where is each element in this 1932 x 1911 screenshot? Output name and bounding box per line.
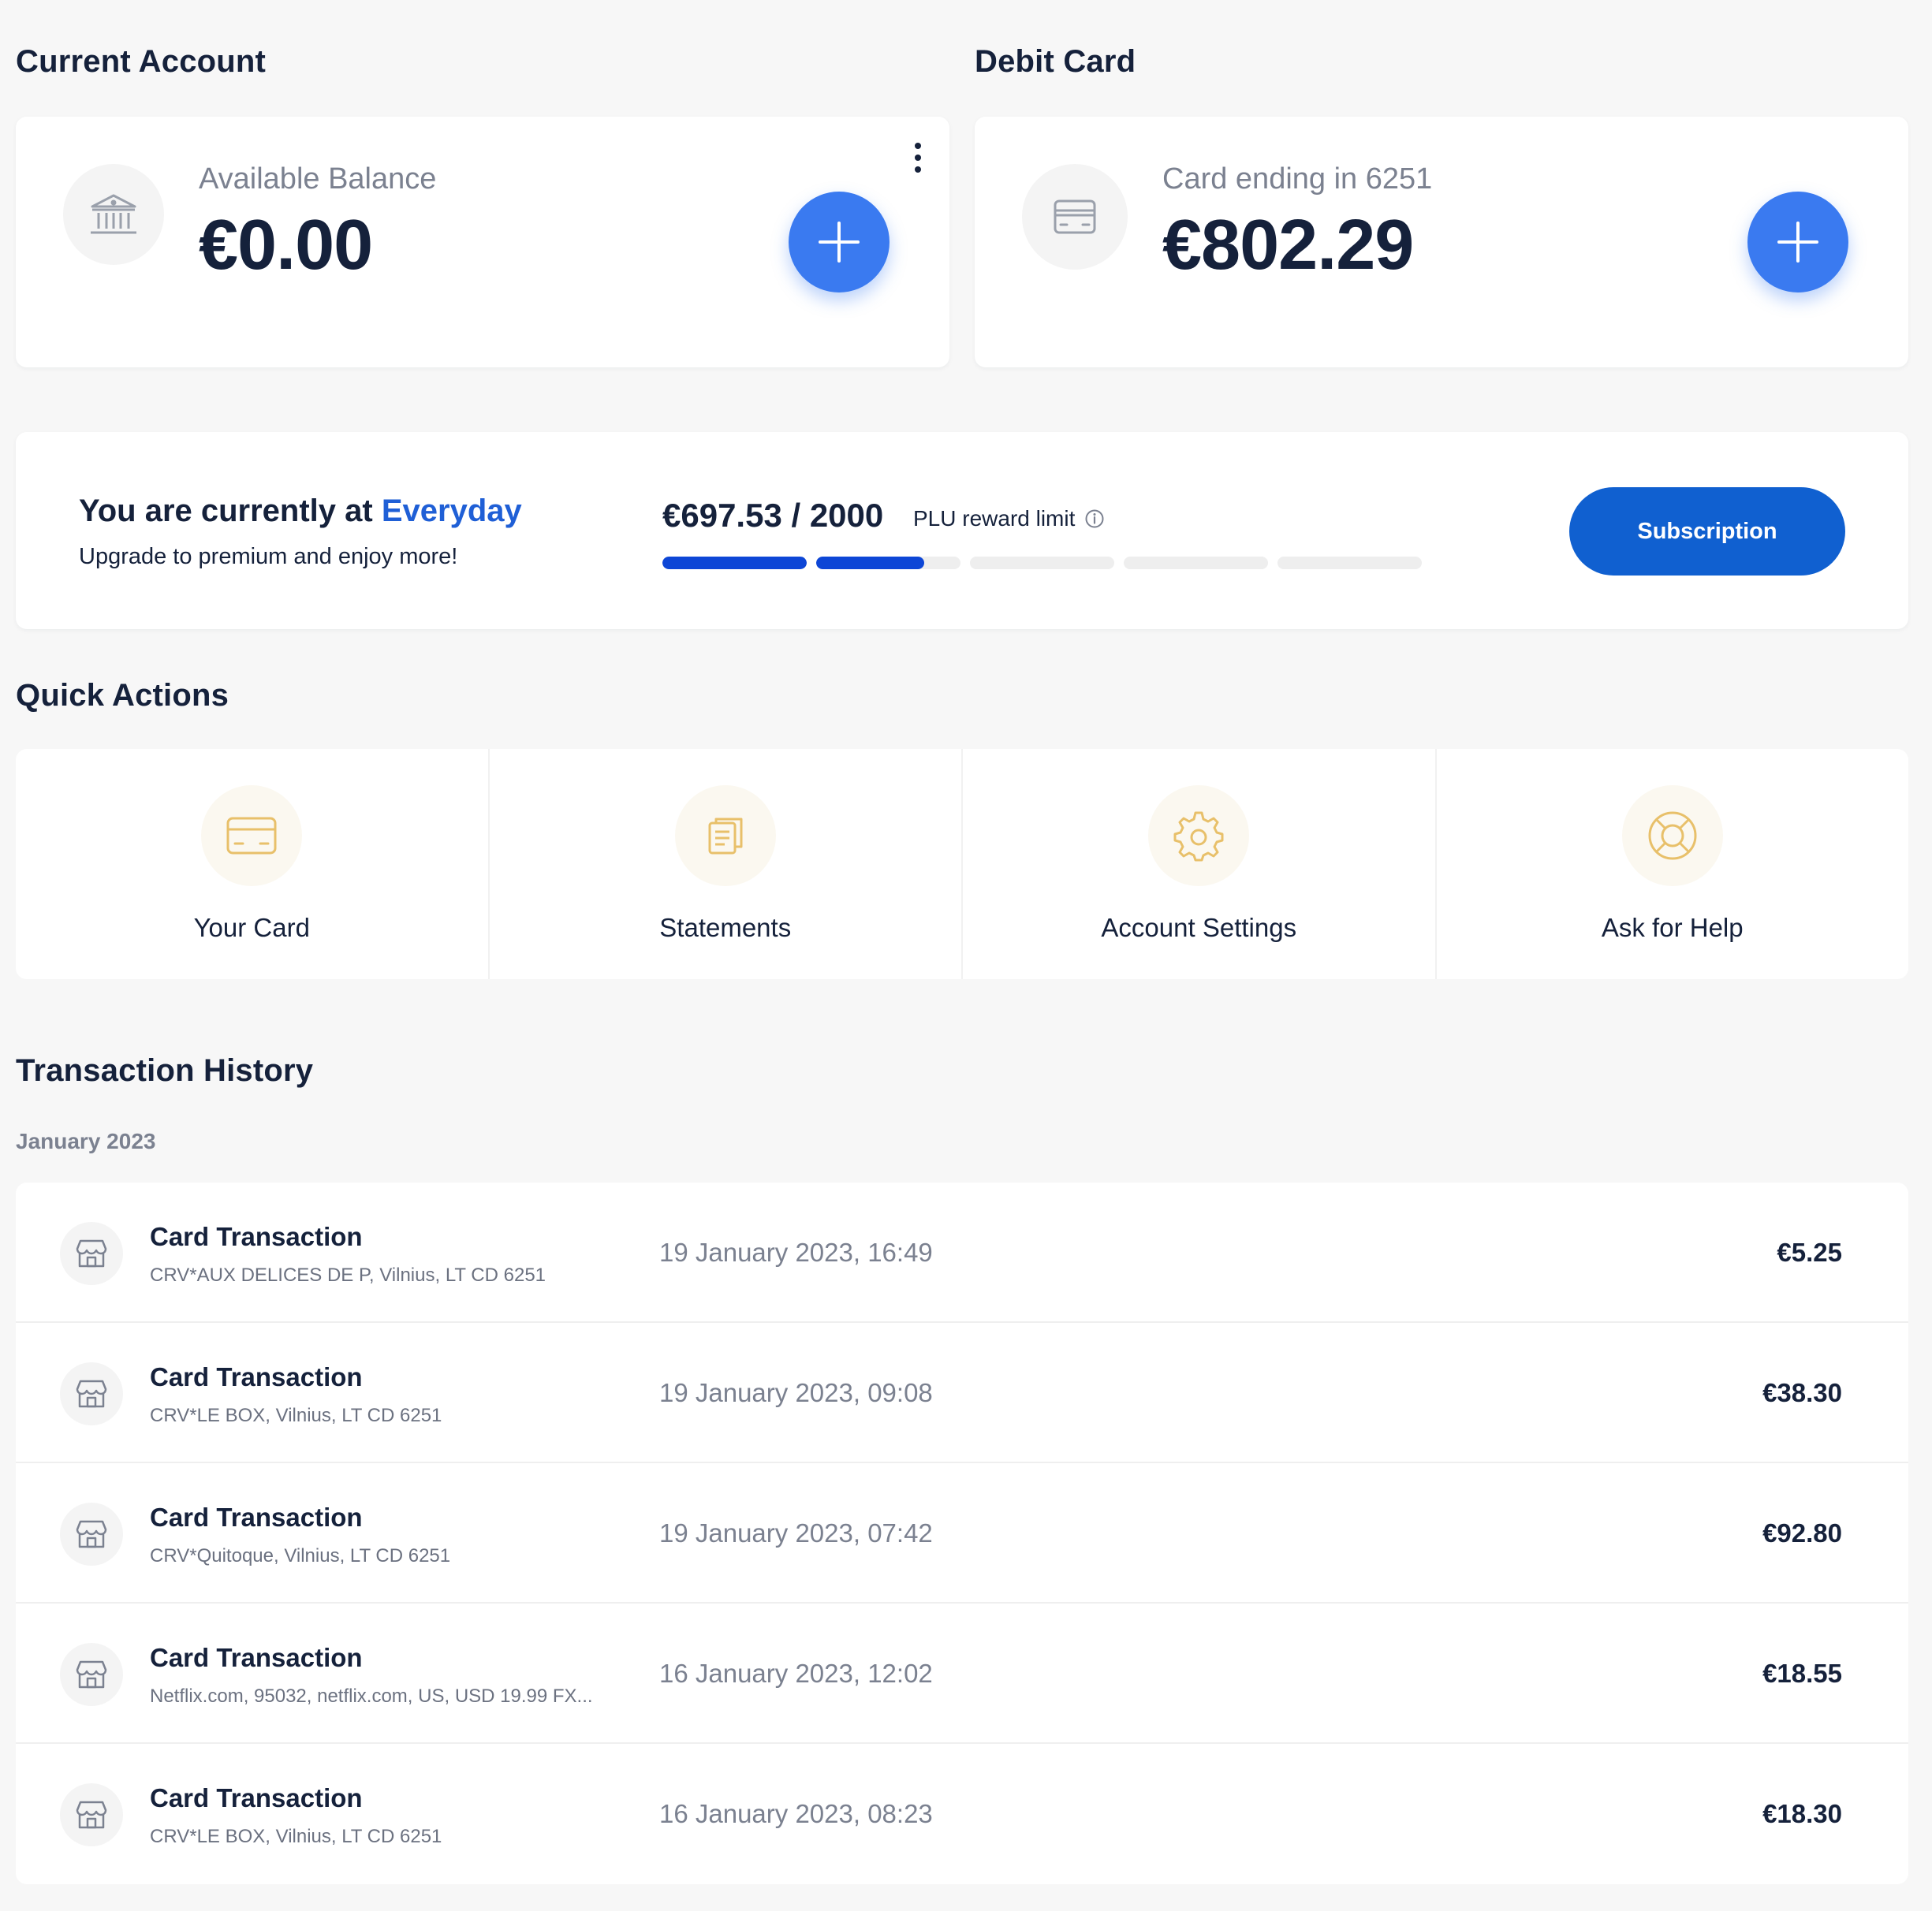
current-account-title: Current Account — [16, 44, 267, 79]
reward-progress-bar — [662, 557, 1422, 569]
store-icon — [60, 1783, 123, 1846]
transaction-row[interactable]: Card Transaction CRV*AUX DELICES DE P, V… — [16, 1183, 1908, 1323]
dashboard: Current Account Available Balance €0.00 — [0, 0, 1932, 1911]
transaction-amount: €38.30 — [1762, 1378, 1842, 1407]
quick-action-label: Your Card — [193, 913, 310, 942]
store-icon — [60, 1503, 123, 1566]
current-account-card[interactable]: Available Balance €0.00 — [16, 117, 949, 367]
credit-card-icon — [1022, 164, 1128, 270]
transaction-amount: €92.80 — [1762, 1518, 1842, 1548]
progress-segment — [1277, 557, 1422, 569]
transaction-title: Card Transaction — [150, 1783, 363, 1812]
transaction-description: CRV*Quitoque, Vilnius, LT CD 6251 — [150, 1545, 451, 1566]
plan-title: You are currently at Everyday — [79, 494, 522, 529]
store-icon — [60, 1362, 123, 1425]
credit-card-icon — [201, 785, 303, 886]
store-icon — [60, 1643, 123, 1706]
transaction-title: Card Transaction — [150, 1222, 363, 1251]
gear-icon — [1148, 785, 1250, 886]
transaction-row[interactable]: Card Transaction CRV*Quitoque, Vilnius, … — [16, 1463, 1908, 1604]
quick-action-account-settings[interactable]: Account Settings — [963, 749, 1437, 979]
quick-action-your-card[interactable]: Your Card — [16, 749, 490, 979]
plan-name: Everyday — [381, 494, 522, 528]
progress-segment — [970, 557, 1114, 569]
transaction-description: CRV*LE BOX, Vilnius, LT CD 6251 — [150, 1826, 442, 1847]
transaction-description: Netflix.com, 95032, netflix.com, US, USD… — [150, 1686, 593, 1707]
plus-icon — [1777, 222, 1818, 263]
transaction-date: 19 January 2023, 07:42 — [659, 1518, 933, 1548]
card-balance-value: €802.29 — [1162, 206, 1414, 285]
quick-action-label: Ask for Help — [1601, 913, 1744, 942]
document-icon — [674, 785, 776, 886]
quick-action-label: Account Settings — [1101, 913, 1297, 942]
store-icon — [60, 1222, 123, 1285]
transaction-list: Card Transaction CRV*AUX DELICES DE P, V… — [16, 1183, 1908, 1884]
plus-icon — [819, 222, 860, 263]
plan-title-prefix: You are currently at — [79, 494, 373, 528]
quick-action-label: Statements — [659, 913, 792, 942]
info-icon[interactable] — [1084, 508, 1105, 529]
quick-action-statements[interactable]: Statements — [490, 749, 963, 979]
reward-label: PLU reward limit — [913, 506, 1076, 531]
plan-card: You are currently at Everyday Upgrade to… — [16, 432, 1908, 629]
transaction-date: 16 January 2023, 12:02 — [659, 1659, 933, 1688]
available-balance-value: €0.00 — [199, 206, 373, 285]
quick-actions-title: Quick Actions — [16, 678, 229, 713]
transaction-amount: €18.55 — [1762, 1659, 1842, 1688]
transaction-amount: €18.30 — [1762, 1799, 1842, 1828]
transaction-amount: €5.25 — [1777, 1238, 1842, 1267]
lifebuoy-icon — [1621, 785, 1723, 886]
reward-label-group: PLU reward limit — [913, 506, 1105, 531]
bank-icon — [63, 164, 164, 265]
progress-segment — [662, 557, 807, 569]
month-label: January 2023 — [16, 1129, 156, 1153]
progress-segment — [1124, 557, 1268, 569]
transaction-date: 19 January 2023, 09:08 — [659, 1378, 933, 1407]
plan-subtitle: Upgrade to premium and enjoy more! — [79, 544, 458, 569]
debit-card-title: Debit Card — [975, 44, 1136, 79]
reward-amount: €697.53 / 2000 — [662, 497, 884, 534]
quick-actions-grid: Your Card Statements Account Settings As… — [16, 749, 1908, 979]
add-money-button[interactable] — [789, 192, 890, 292]
transaction-title: Card Transaction — [150, 1643, 363, 1672]
transaction-title: Card Transaction — [150, 1503, 363, 1532]
available-balance-label: Available Balance — [199, 162, 437, 196]
more-options-icon[interactable] — [902, 134, 934, 181]
transaction-title: Card Transaction — [150, 1362, 363, 1391]
transaction-row[interactable]: Card Transaction CRV*LE BOX, Vilnius, LT… — [16, 1323, 1908, 1463]
progress-segment — [816, 557, 960, 569]
card-ending-label: Card ending in 6251 — [1162, 162, 1433, 196]
transaction-row[interactable]: Card Transaction Netflix.com, 95032, net… — [16, 1604, 1908, 1744]
transaction-description: CRV*AUX DELICES DE P, Vilnius, LT CD 625… — [150, 1265, 546, 1286]
transaction-history-title: Transaction History — [16, 1053, 314, 1088]
transaction-row[interactable]: Card Transaction CRV*LE BOX, Vilnius, LT… — [16, 1744, 1908, 1884]
quick-action-ask-for-help[interactable]: Ask for Help — [1437, 749, 1909, 979]
transaction-date: 19 January 2023, 16:49 — [659, 1238, 933, 1267]
debit-card-card[interactable]: Card ending in 6251 €802.29 — [975, 117, 1908, 367]
transaction-description: CRV*LE BOX, Vilnius, LT CD 6251 — [150, 1405, 442, 1426]
subscription-button[interactable]: Subscription — [1569, 487, 1845, 576]
top-up-card-button[interactable] — [1747, 192, 1848, 292]
transaction-date: 16 January 2023, 08:23 — [659, 1799, 933, 1828]
